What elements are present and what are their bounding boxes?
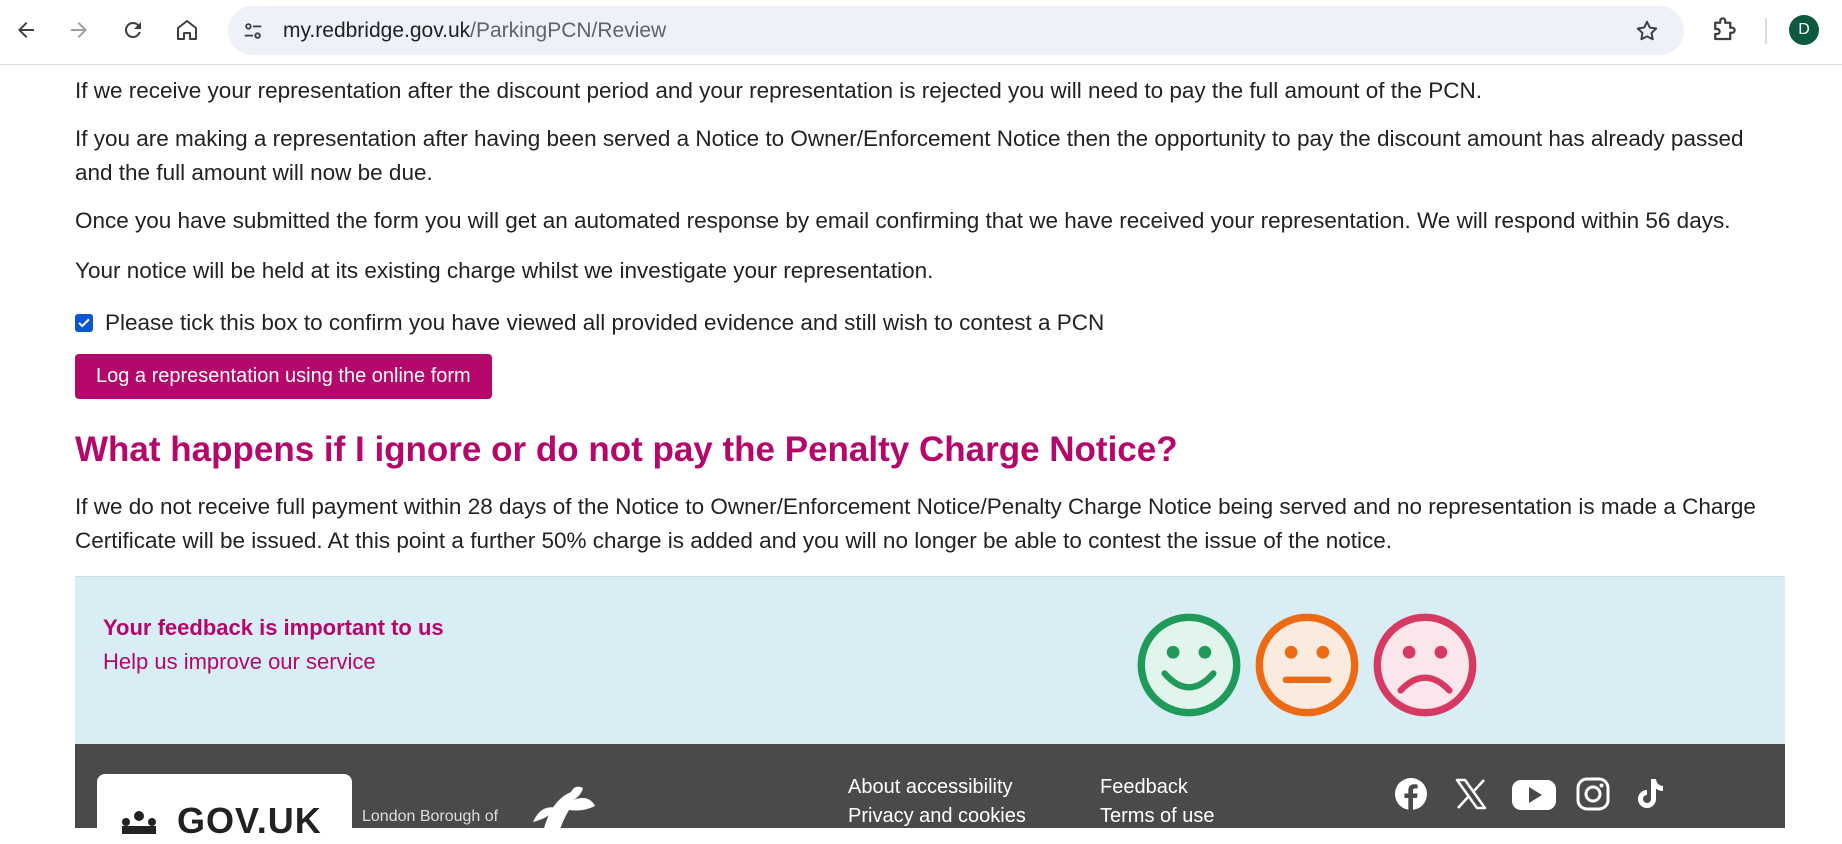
checkmark-icon: [78, 318, 90, 328]
reload-icon: [124, 21, 141, 38]
feedback-banner: Your feedback is important to us Help us…: [75, 576, 1785, 745]
facebook-icon[interactable]: [1393, 776, 1429, 812]
browser-toolbar: my.redbridge.gov.uk/ParkingPCN/Review D: [0, 0, 1842, 65]
url-text: my.redbridge.gov.uk/ParkingPCN/Review: [283, 19, 666, 43]
forward-arrow-icon: [71, 22, 87, 38]
bookmark-star-icon[interactable]: [1634, 18, 1660, 44]
url-host: my.redbridge.gov.uk: [283, 19, 471, 42]
paragraph-enforcement-notice: If you are making a representation after…: [75, 126, 1744, 185]
site-footer: GOV.UK London Borough of About accessibi…: [75, 744, 1785, 844]
footer-link-terms[interactable]: Terms of use: [1100, 805, 1214, 828]
log-representation-button[interactable]: Log a representation using the online fo…: [75, 354, 492, 399]
paragraph-automated-response: Once you have submitted the form you wil…: [75, 208, 1731, 233]
confirm-checkbox[interactable]: [75, 314, 93, 332]
footer-link-privacy[interactable]: Privacy and cookies: [848, 805, 1026, 828]
neutral-face-icon[interactable]: [1254, 612, 1360, 718]
paragraph-discount-rejected: If we receive your representation after …: [75, 78, 1483, 103]
feedback-title: Your feedback is important to us: [103, 615, 444, 640]
reload-button[interactable]: [117, 12, 149, 48]
ignore-pcn-heading: What happens if I ignore or do not pay t…: [75, 430, 1178, 469]
happy-face-icon[interactable]: [1136, 612, 1242, 718]
address-bar[interactable]: my.redbridge.gov.uk/ParkingPCN/Review: [228, 6, 1684, 55]
confirm-checkbox-label[interactable]: Please tick this box to confirm you have…: [105, 310, 1104, 336]
forward-button[interactable]: [63, 12, 95, 48]
sad-face-icon[interactable]: [1372, 612, 1478, 718]
govuk-logo-text: GOV.UK: [177, 800, 322, 841]
confirm-checkbox-row: Please tick this box to confirm you have…: [75, 310, 1104, 336]
paragraph-held-charge: Your notice will be held at its existing…: [75, 258, 934, 283]
footer-link-accessibility[interactable]: About accessibility: [848, 776, 1013, 799]
home-icon: [177, 20, 197, 40]
feedback-link[interactable]: Help us improve our service: [103, 649, 376, 675]
url-path: /ParkingPCN/Review: [470, 19, 667, 42]
footer-link-feedback[interactable]: Feedback: [1100, 776, 1188, 799]
home-button[interactable]: [171, 12, 203, 48]
back-button[interactable]: [10, 12, 42, 48]
redbridge-logo-icon: [533, 786, 595, 832]
x-icon[interactable]: [1453, 776, 1489, 812]
extensions-icon[interactable]: [1709, 14, 1741, 46]
instagram-icon[interactable]: [1575, 776, 1611, 812]
youtube-icon[interactable]: [1511, 776, 1557, 812]
profile-avatar[interactable]: D: [1789, 15, 1819, 45]
crown-icon: [122, 811, 156, 834]
govuk-logo[interactable]: GOV.UK: [97, 774, 352, 844]
toolbar-divider: [1765, 18, 1767, 44]
site-info-icon[interactable]: [240, 18, 266, 44]
back-arrow-icon: [18, 22, 34, 38]
borough-label: London Borough of: [362, 808, 499, 825]
tiktok-icon[interactable]: [1631, 776, 1667, 812]
paragraph-charge-certificate: If we do not receive full payment within…: [75, 494, 1756, 553]
